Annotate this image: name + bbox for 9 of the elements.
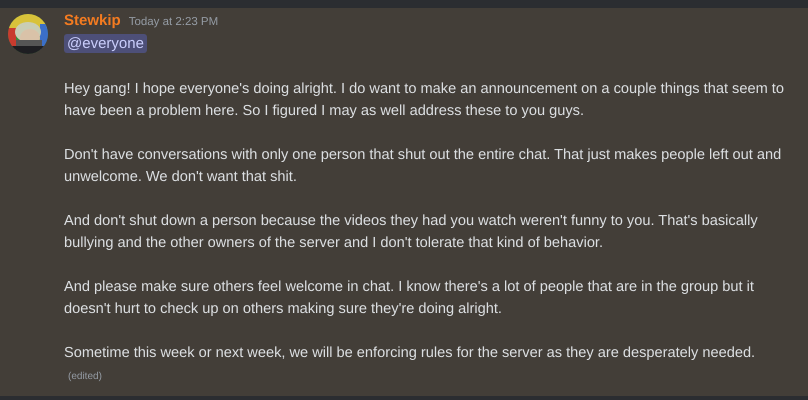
- message-paragraph: And please make sure others feel welcome in chat. I know there's a lot of people that are in the group but it doesn't hurt to check up on others making sure they're doing alright.: [64, 278, 755, 319]
- message-paragraph: And don't shut down a person because the videos they had you watch weren't funny to you. That's basically bullying and the other owners of the server and I don't tolerate that kind of behavior.: [64, 212, 759, 253]
- mention[interactable]: @everyone: [64, 34, 147, 53]
- message-paragraph: Don't have conversations with only one person that shut out the entire chat. That just makes people left out and unwelcome. We don't want that shit.: [64, 146, 782, 187]
- timestamp: Today at 2:23 PM: [128, 16, 218, 28]
- message-paragraph: Hey gang! I hope everyone's doing alright. I do want to make an announcement on a couple things that seem to have been a problem here. So I figured I may as well address these to you guys.: [64, 80, 785, 121]
- message-paragraph: Sometime this week or next week, we will be enforcing rules for the server as they are desperately needed.: [64, 345, 756, 361]
- username[interactable]: Stewkip: [64, 12, 121, 29]
- edited-label: (edited): [68, 371, 102, 382]
